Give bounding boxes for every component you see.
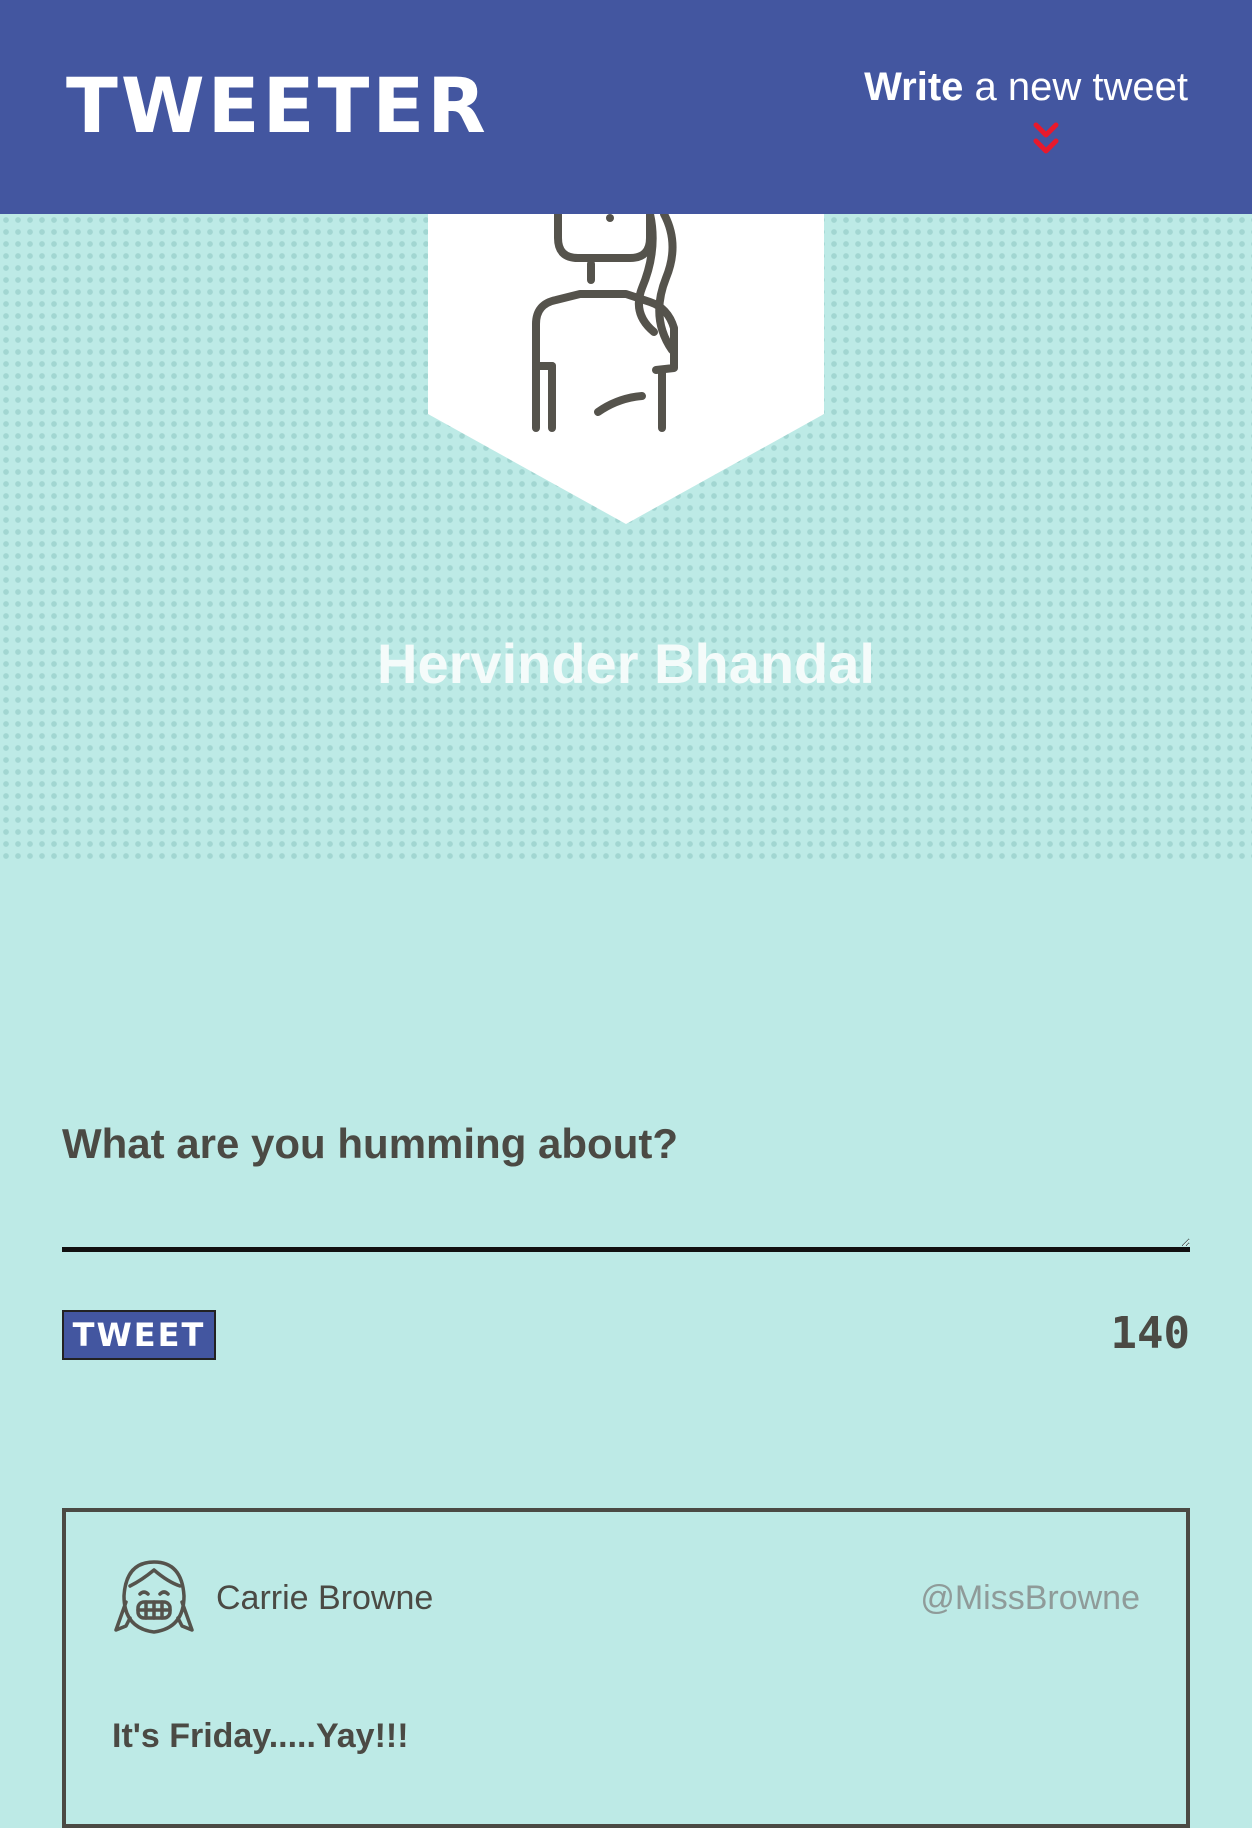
tweet-textarea[interactable] xyxy=(62,1184,1190,1252)
compose-toggle-label: a new tweet xyxy=(963,65,1188,109)
character-counter: 140 xyxy=(1110,1308,1190,1359)
top-nav: TWEETER Write a new tweet xyxy=(0,0,1252,214)
app-logo[interactable]: TWEETER xyxy=(66,66,489,146)
double-chevron-down-icon[interactable] xyxy=(1033,122,1059,158)
write-new-tweet-toggle[interactable]: Write a new tweet xyxy=(848,62,1188,162)
girl-avatar-icon xyxy=(114,1560,194,1634)
tweet-button[interactable]: TWEET xyxy=(62,1310,216,1360)
compose-form: What are you humming about? xyxy=(62,1118,1190,1252)
tweet-text: It's Friday.....Yay!!! xyxy=(112,1717,409,1755)
compose-label: What are you humming about? xyxy=(62,1120,678,1167)
profile-banner: Hervinder Bhandal xyxy=(0,214,1252,862)
tweet-author-name[interactable]: Carrie Browne xyxy=(216,1578,433,1618)
compose-toggle-strong: Write xyxy=(864,65,964,109)
tweet-card: Carrie Browne @MissBrowne It's Friday...… xyxy=(62,1508,1190,1828)
profile-name: Hervinder Bhandal xyxy=(377,632,875,695)
tweet-author-handle[interactable]: @MissBrowne xyxy=(920,1578,1140,1618)
woman-avatar-icon xyxy=(428,214,824,524)
